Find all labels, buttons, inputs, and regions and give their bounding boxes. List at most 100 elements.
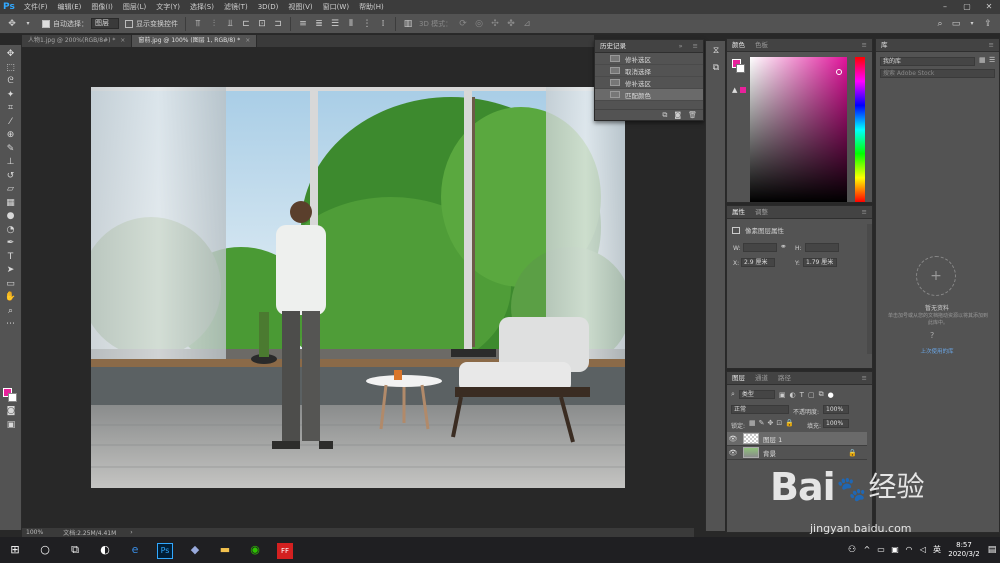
tab-libraries[interactable]: 库 xyxy=(876,39,893,52)
panel-menu-icon[interactable]: ≡ xyxy=(688,40,703,53)
type-tool-icon[interactable]: T xyxy=(4,251,18,265)
status-menu-arrow[interactable]: › xyxy=(130,529,132,536)
pen-tool-icon[interactable]: ✒ xyxy=(4,237,18,251)
chevron-down-icon[interactable]: ▾ xyxy=(22,18,34,30)
zoom-tool-icon[interactable]: ⌕ xyxy=(4,305,18,319)
path-select-icon[interactable]: ➤ xyxy=(4,264,18,278)
wifi-icon[interactable]: ◠ xyxy=(902,537,916,563)
tab-person-doc[interactable]: 人物1.jpg @ 200%(RGB/8#) * × xyxy=(22,35,133,47)
edge-browser-icon[interactable]: e xyxy=(120,537,150,563)
tab-window-doc[interactable]: 窗前.jpg @ 100% (图层 1, RGB/8) * × xyxy=(132,35,258,47)
library-dropdown[interactable]: 我的库 xyxy=(880,57,975,66)
blur-tool-icon[interactable]: ● xyxy=(4,210,18,224)
document-canvas[interactable] xyxy=(91,87,625,488)
tab-swatches[interactable]: 色板 xyxy=(750,39,773,52)
shape-tool-icon[interactable]: ▭ xyxy=(4,278,18,292)
distribute-bottom-icon[interactable]: ☰ xyxy=(329,18,341,30)
collapse-icon[interactable]: » xyxy=(674,40,688,53)
hand-tool-icon[interactable]: ✋ xyxy=(4,291,18,305)
stock-search-input[interactable]: 搜索 Adobe Stock xyxy=(880,69,995,78)
volume-icon[interactable]: ◁ xyxy=(916,537,930,563)
fill-field[interactable]: 100% xyxy=(823,419,849,428)
background-color-swatch[interactable] xyxy=(736,64,745,73)
text-filter-icon[interactable]: T xyxy=(800,391,804,399)
align-right-icon[interactable]: ⊐ xyxy=(272,18,284,30)
screen-mode-icon[interactable]: ▣ xyxy=(4,419,18,433)
chevron-up-icon[interactable]: ^ xyxy=(860,537,874,563)
align-middle-icon[interactable]: ⫶ xyxy=(208,18,220,30)
close-icon[interactable]: × xyxy=(245,37,250,44)
panel-menu-icon[interactable]: ≡ xyxy=(857,206,872,219)
history-item[interactable]: 修补选区 xyxy=(595,77,703,89)
layer-row[interactable]: 👁 图层 1 xyxy=(727,432,867,446)
menu-filter[interactable]: 滤镜(T) xyxy=(219,2,253,12)
panel-menu-icon[interactable]: ≡ xyxy=(857,39,872,52)
menu-window[interactable]: 窗口(W) xyxy=(318,2,354,12)
filter-toggle-icon[interactable]: ● xyxy=(828,391,834,399)
wechat-icon[interactable]: ◉ xyxy=(240,537,270,563)
app-icon[interactable]: FF xyxy=(270,537,300,563)
move-tool-icon[interactable]: ✥ xyxy=(6,18,18,30)
3d-slide-icon[interactable]: ✤ xyxy=(505,18,517,30)
stamp-tool-icon[interactable]: ⊥ xyxy=(4,156,18,170)
3d-scale-icon[interactable]: ⊿ xyxy=(521,18,533,30)
add-icon[interactable]: + xyxy=(916,256,956,296)
file-explorer-icon[interactable]: ▬ xyxy=(210,537,240,563)
adjust-filter-icon[interactable]: ◐ xyxy=(790,391,796,399)
app-icon[interactable]: ◆ xyxy=(180,537,210,563)
more-tools-icon[interactable]: ⋯ xyxy=(4,318,18,332)
gradient-tool-icon[interactable]: ▦ xyxy=(4,197,18,211)
maximize-icon[interactable]: ▢ xyxy=(956,0,978,14)
healing-brush-icon[interactable]: ⊕ xyxy=(4,129,18,143)
search-icon[interactable]: ⌕ xyxy=(934,18,946,30)
height-field[interactable] xyxy=(805,243,839,252)
grid-view-icon[interactable]: ▦ xyxy=(979,56,986,64)
crop-tool-icon[interactable]: ⌗ xyxy=(4,102,18,116)
history-item[interactable]: 匹配颜色 xyxy=(595,89,703,101)
notification-icon[interactable]: ▤ xyxy=(984,537,1000,563)
magic-wand-icon[interactable]: ✦ xyxy=(4,89,18,103)
hue-slider[interactable] xyxy=(855,57,865,202)
help-icon[interactable]: ? xyxy=(930,331,934,340)
library-link[interactable]: 上次使用的库 xyxy=(876,347,998,355)
blend-mode-select[interactable]: 正常 xyxy=(731,405,789,414)
trash-icon[interactable]: 🗑 xyxy=(688,111,697,119)
menu-3d[interactable]: 3D(D) xyxy=(253,3,284,11)
distribute-middle-icon[interactable]: ≣ xyxy=(313,18,325,30)
dodge-tool-icon[interactable]: ◔ xyxy=(4,224,18,238)
menu-help[interactable]: 帮助(H) xyxy=(354,2,389,12)
menu-view[interactable]: 视图(V) xyxy=(283,2,317,12)
menu-select[interactable]: 选择(S) xyxy=(185,2,219,12)
people-icon[interactable]: ⚇ xyxy=(844,537,860,563)
tab-color[interactable]: 颜色 xyxy=(727,39,750,52)
background-color-swatch[interactable] xyxy=(8,393,17,402)
brush-tool-icon[interactable]: ✎ xyxy=(4,143,18,157)
clock[interactable]: 8:57 2020/3/2 xyxy=(944,541,984,559)
shape-filter-icon[interactable]: ▢ xyxy=(808,391,815,399)
monitor-icon[interactable]: ▣ xyxy=(888,537,902,563)
tab-paths[interactable]: 路径 xyxy=(773,372,796,385)
gamut-swatch[interactable] xyxy=(740,87,746,93)
tab-properties[interactable]: 属性 xyxy=(727,206,750,219)
link-icon[interactable]: ⚭ xyxy=(780,242,787,251)
x-field[interactable]: 2.9 厘米 xyxy=(741,258,775,267)
workspace-icon[interactable]: ▭ xyxy=(950,18,962,30)
marquee-tool-icon[interactable]: ⬚ xyxy=(4,62,18,76)
tab-channels[interactable]: 通道 xyxy=(750,372,773,385)
tab-adjustments[interactable]: 调整 xyxy=(750,206,773,219)
history-item[interactable]: 取消选择 xyxy=(595,65,703,77)
ime-icon[interactable]: 英 xyxy=(930,537,944,563)
distribute-top-icon[interactable]: ≡ xyxy=(297,18,309,30)
width-field[interactable] xyxy=(743,243,777,252)
transform-controls-checkbox[interactable] xyxy=(125,19,133,28)
eye-icon[interactable]: 👁 xyxy=(727,435,739,443)
eyedropper-icon[interactable]: ⁄ xyxy=(4,116,18,130)
distribute-left-icon[interactable]: ⦀ xyxy=(345,18,357,30)
network-icon[interactable]: ▭ xyxy=(874,537,888,563)
auto-select-checkbox[interactable] xyxy=(42,19,50,28)
new-document-from-state-icon[interactable]: ⧉ xyxy=(662,111,667,120)
lasso-tool-icon[interactable]: ᘓ xyxy=(4,75,18,89)
zoom-level[interactable]: 100% xyxy=(26,529,43,536)
auto-select-dropdown[interactable]: 图层 xyxy=(91,18,119,29)
layer-name[interactable]: 背景 xyxy=(763,448,776,458)
